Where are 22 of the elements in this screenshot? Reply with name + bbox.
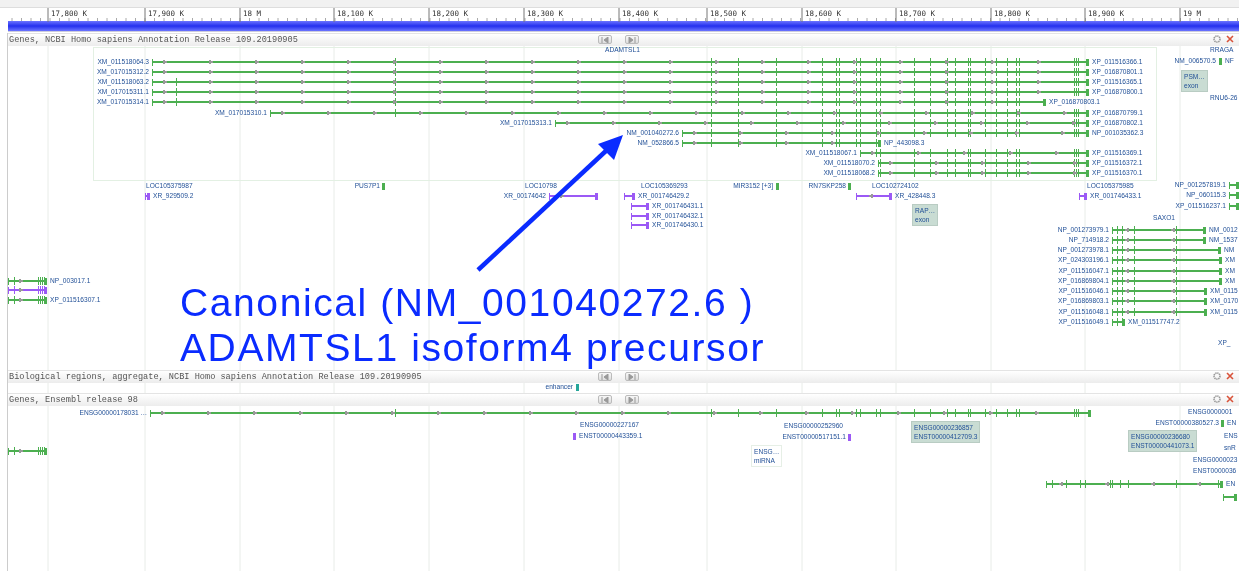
settings-icon[interactable]: [1213, 395, 1221, 403]
gene-model-drawing[interactable]: [549, 192, 598, 200]
gene-model-drawing[interactable]: [631, 212, 649, 220]
gene-model-drawing[interactable]: [631, 202, 649, 210]
gene-model-drawing[interactable]: [631, 221, 649, 229]
settings-icon[interactable]: [1213, 372, 1221, 380]
annotation-text: Canonical (NM_001040272.6 ): [180, 281, 755, 325]
track-title: Genes, Ensembl release 98: [9, 395, 138, 405]
close-icon[interactable]: [1226, 372, 1234, 380]
gene-model-drawing[interactable]: [573, 432, 576, 440]
gene-model-drawing[interactable]: [145, 192, 150, 200]
gene-model-drawing[interactable]: [848, 433, 851, 441]
annotation-text: ADAMTSL1 isoform4 precursor: [180, 326, 766, 370]
settings-icon[interactable]: [1213, 35, 1221, 43]
track-title: Biological regions, aggregate, NCBI Homo sapiens Annotation Release 109.20190905: [9, 372, 422, 382]
close-icon[interactable]: [1226, 35, 1234, 43]
gene-model-drawing[interactable]: [1079, 192, 1087, 200]
close-icon[interactable]: [1226, 395, 1234, 403]
gene-model-drawing[interactable]: [8, 286, 47, 294]
gene-model-drawing[interactable]: [624, 192, 635, 200]
gene-model-drawing[interactable]: [856, 192, 892, 200]
track-title: Genes, NCBI Homo sapiens Annotation Release 109.20190905: [9, 35, 298, 45]
